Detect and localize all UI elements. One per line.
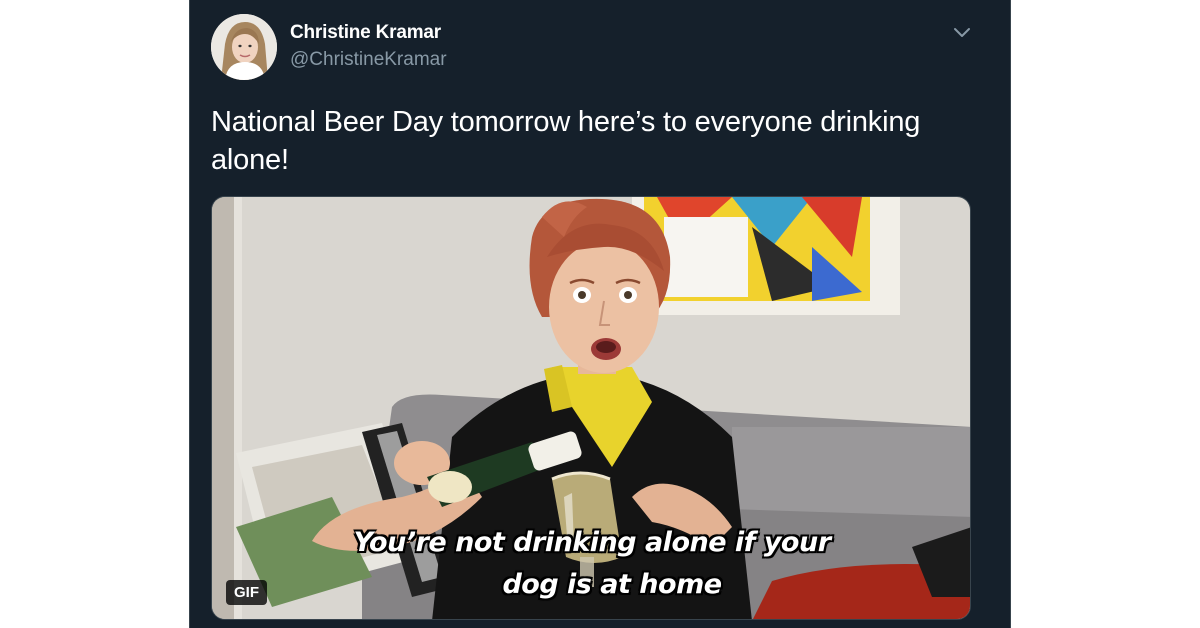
display-name[interactable]: Christine Kramar <box>290 22 441 44</box>
gif-badge: GIF <box>226 580 267 605</box>
chevron-down-icon[interactable] <box>950 20 974 44</box>
page: Christine Kramar @ChristineKramar Nation… <box>0 0 1200 628</box>
avatar-image <box>211 14 277 80</box>
tweet-text: National Beer Day tomorrow here’s to eve… <box>211 106 921 176</box>
gif-subtitle-line-2: dog is at home <box>502 569 722 600</box>
user-handle[interactable]: @ChristineKramar <box>290 49 447 71</box>
gif-subtitle-line-1: You’re not drinking alone if your <box>353 527 831 558</box>
avatar[interactable] <box>211 14 277 80</box>
gif-media[interactable]: You’re not drinking alone if your dog is… <box>211 196 971 620</box>
tweet-card: Christine Kramar @ChristineKramar Nation… <box>189 0 1011 628</box>
